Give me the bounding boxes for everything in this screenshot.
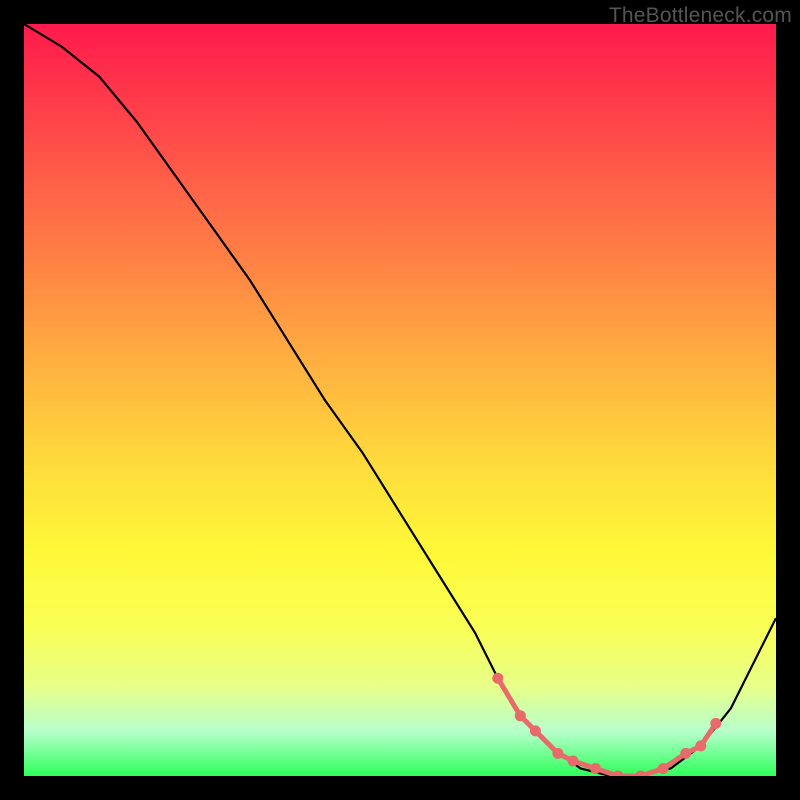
optimal-marker-dot [710,718,721,729]
optimal-marker-dot [680,748,691,759]
watermark-text: TheBottleneck.com [609,4,792,28]
optimal-marker-dot [492,673,503,684]
optimal-marker-dot [635,771,646,777]
optimal-marker-dot [515,710,526,721]
optimal-range-line [498,678,716,776]
chart-svg [24,24,776,776]
optimal-marker-dot [590,763,601,774]
optimal-marker-line [498,678,716,776]
optimal-marker-dot [658,763,669,774]
optimal-marker-dot [568,756,579,767]
optimal-marker-dot [613,771,624,777]
optimal-marker-dot [695,740,706,751]
optimal-marker-dot [530,725,541,736]
bottleneck-curve [24,24,776,776]
optimal-marker-dot [552,748,563,759]
chart-gradient-area [24,24,776,776]
